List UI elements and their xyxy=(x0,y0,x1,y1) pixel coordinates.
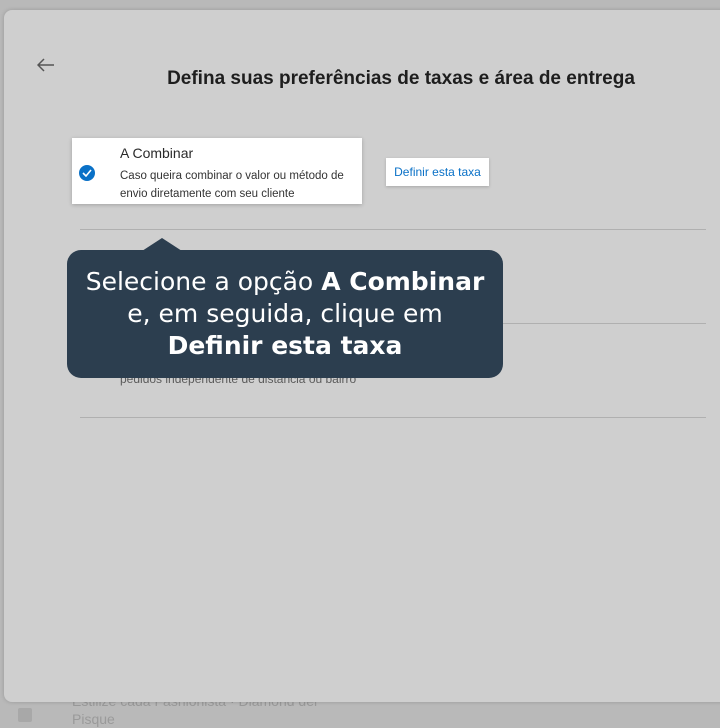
tooltip-line-3: Definir esta taxa xyxy=(167,331,403,360)
page-title: Defina suas preferências de taxas e área… xyxy=(167,68,635,89)
divider xyxy=(80,229,706,230)
divider xyxy=(80,417,706,418)
arrow-left-icon xyxy=(37,58,54,72)
tooltip-line-1: Selecione a opção A Combinar xyxy=(85,267,485,296)
instruction-tooltip: Selecione a opção A Combinar e, em segui… xyxy=(67,250,503,378)
back-button[interactable] xyxy=(32,52,60,78)
check-icon xyxy=(82,169,92,177)
option-title: A Combinar xyxy=(120,145,194,161)
screen: { "colors": {"accent": "#0a71c7", "toolt… xyxy=(0,0,720,727)
radio-checked-icon[interactable] xyxy=(79,165,95,181)
option-description: Caso queira combinar o valor ou método d… xyxy=(120,170,344,200)
define-fee-button[interactable]: Definir esta taxa xyxy=(386,158,489,186)
option-a-combinar[interactable]: A Combinar Caso queira combinar o valor … xyxy=(72,138,362,204)
tooltip-line-2: e, em seguida, clique em xyxy=(127,299,443,328)
